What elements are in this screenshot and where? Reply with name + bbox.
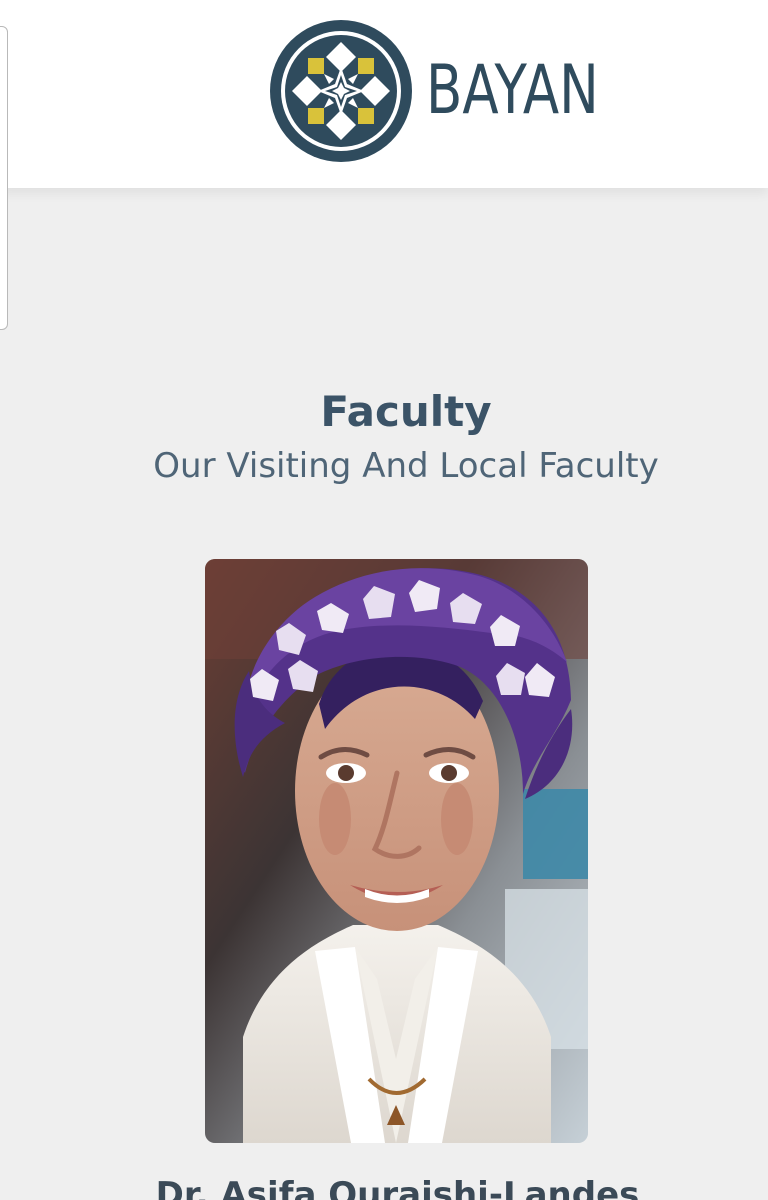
brand-name: BAYAN [426,51,599,130]
site-header: BAYAN [0,0,768,188]
faculty-name[interactable]: Dr. Asifa Quraishi-Landes [0,1173,768,1200]
side-scroll-tab[interactable] [0,26,8,330]
geometric-star-logo-icon [270,20,412,162]
faculty-page: BAYAN Faculty Our Visiting And Local Fac… [0,0,768,1200]
faculty-section: Faculty Our Visiting And Local Faculty D… [0,188,768,1200]
section-subtitle: Our Visiting And Local Faculty [153,446,659,486]
section-title: Faculty [320,387,492,437]
faculty-portrait-photo[interactable] [205,559,588,1143]
bayan-logo-link[interactable]: BAYAN [268,18,608,168]
faculty-card[interactable] [205,559,588,1143]
